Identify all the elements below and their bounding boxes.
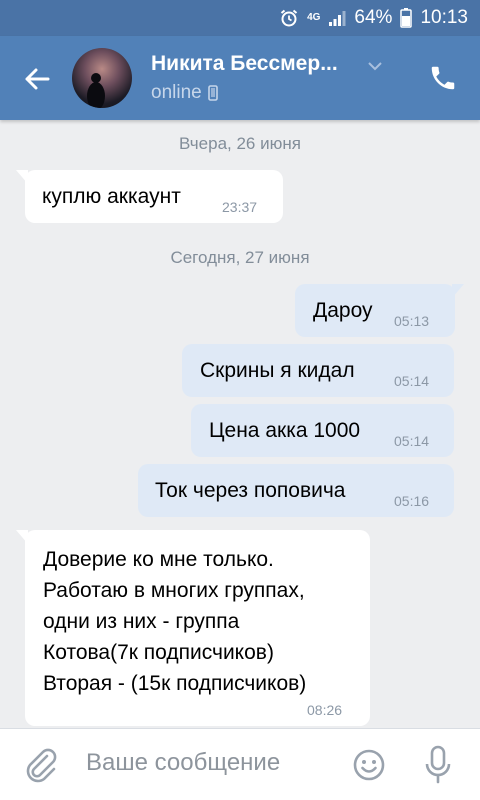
conversation-header: Никита Бессмер... online	[0, 36, 480, 120]
emoji-icon	[353, 749, 385, 781]
message-time: 23:37	[222, 199, 258, 215]
message-text: Цена акка 1000	[209, 419, 361, 442]
message-text: Дароу	[313, 299, 373, 322]
date-separator: Вчера, 26 июня	[179, 134, 301, 153]
message-list[interactable]: Вчера, 26 июня куплю аккаунт 23:37 Сегод…	[0, 120, 480, 728]
emoji-button[interactable]	[352, 748, 386, 787]
message-outgoing[interactable]: Скрины я кидал 05:14	[182, 344, 454, 397]
alarm-icon	[279, 8, 299, 28]
message-outgoing[interactable]: Дароу 05:13	[295, 284, 464, 337]
status-text: online	[151, 82, 202, 103]
paperclip-icon	[26, 748, 57, 783]
back-button[interactable]	[18, 60, 56, 98]
message-time: 05:16	[394, 493, 430, 509]
message-incoming[interactable]: куплю аккаунт 23:37	[16, 170, 283, 223]
message-outgoing[interactable]: Цена акка 1000 05:14	[191, 404, 454, 457]
attach-button[interactable]	[24, 747, 58, 788]
message-text: Ток через поповича	[155, 479, 346, 502]
mobile-icon	[207, 85, 218, 101]
message-time: 05:14	[394, 433, 430, 449]
message-text: Доверие ко мне только. Работаю в многих …	[43, 544, 306, 699]
message-line: одни из них - группа	[43, 610, 240, 633]
battery-percent: 64%	[354, 7, 393, 28]
message-incoming[interactable]: Доверие ко мне только. Работаю в многих …	[16, 530, 370, 726]
message-composer	[0, 728, 480, 800]
message-line: Вторая - (15к подписчиков)	[43, 672, 307, 695]
message-line: Работаю в многих группах,	[43, 579, 305, 602]
clock: 10:13	[420, 7, 468, 28]
message-time: 05:13	[394, 313, 430, 329]
back-arrow-icon	[25, 68, 50, 90]
phone-icon	[431, 66, 455, 90]
date-separator: Сегодня, 27 июня	[170, 248, 310, 267]
voice-message-button[interactable]	[424, 745, 452, 790]
message-time: 08:26	[307, 702, 343, 718]
message-line: Котова(7к подписчиков)	[43, 641, 274, 664]
battery-icon	[400, 8, 413, 28]
message-text: Скрины я кидал	[200, 359, 355, 382]
signal-icon	[328, 9, 346, 27]
network-type: 4G	[307, 12, 321, 23]
message-text: куплю аккаунт	[42, 185, 181, 208]
call-button[interactable]	[426, 61, 460, 95]
microphone-icon	[425, 745, 451, 784]
status-bar: 4G 64% 10:13	[0, 0, 480, 36]
contact-name[interactable]: Никита Бессмер...	[151, 52, 338, 76]
message-time: 05:14	[394, 373, 430, 389]
online-status: online	[151, 82, 218, 104]
message-outgoing[interactable]: Ток через поповича 05:16	[138, 464, 454, 517]
message-line: Доверие ко мне только.	[43, 548, 274, 571]
message-input[interactable]	[86, 743, 336, 783]
avatar[interactable]	[72, 48, 132, 108]
chevron-down-icon[interactable]	[367, 58, 383, 76]
